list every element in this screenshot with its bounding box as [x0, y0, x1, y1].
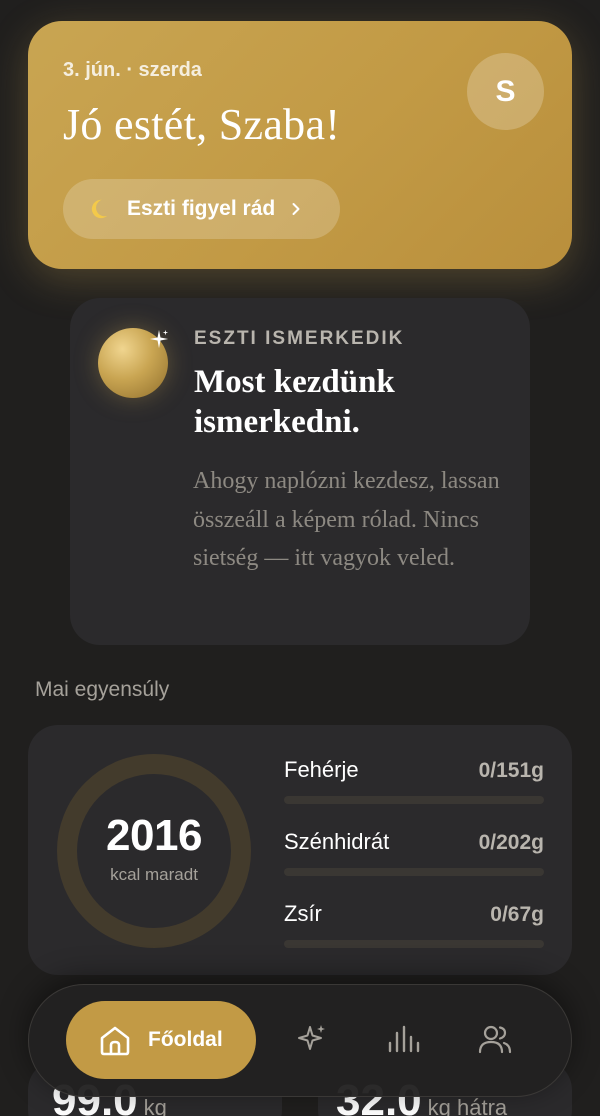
eszti-intro-card: ESZTI ISMERKEDIK Most kezdünk ismerkedni… — [70, 298, 530, 645]
chevron-right-icon — [292, 203, 300, 215]
macro-progress-bar — [284, 868, 544, 876]
daily-balance-card[interactable]: 2016 kcal maradt Fehérje 0/151g Szénhidr… — [28, 725, 572, 975]
sparkle-icon[interactable] — [294, 1021, 330, 1057]
section-title-balance: Mai egyensúly — [35, 678, 170, 701]
nav-home-button[interactable]: Főoldal — [66, 1001, 256, 1079]
intro-body: Ahogy naplózni kezdesz, lassan összeáll … — [193, 468, 500, 571]
nav-home-label: Főoldal — [148, 1028, 223, 1051]
intro-kicker: ESZTI ISMERKEDIK — [194, 328, 405, 349]
people-icon[interactable] — [477, 1021, 513, 1057]
macro-progress-bar — [284, 940, 544, 948]
date-label: 3. jún. · szerda — [63, 59, 202, 81]
eszti-status-label: Eszti figyel rád — [127, 197, 276, 220]
macro-fat: Zsír 0/67g — [284, 901, 544, 948]
macro-progress-bar — [284, 796, 544, 804]
remaining-unit: kg hátra — [427, 1095, 508, 1116]
macro-value: 0/151g — [478, 759, 544, 782]
macro-protein: Fehérje 0/151g — [284, 757, 544, 804]
home-icon — [100, 1026, 130, 1056]
avatar[interactable]: S — [467, 53, 544, 130]
weight-unit: kg — [143, 1095, 167, 1116]
intro-title: Most kezdünk ismerkedni. — [194, 364, 395, 440]
bottom-nav: Főoldal — [28, 984, 572, 1097]
chart-icon[interactable] — [385, 1021, 421, 1057]
macro-value: 0/67g — [490, 903, 544, 926]
eszti-status-button[interactable]: Eszti figyel rád — [63, 179, 340, 239]
moon-icon — [91, 199, 108, 219]
macro-carbs: Szénhidrát 0/202g — [284, 829, 544, 876]
sparkle-icon — [149, 329, 169, 349]
home-screen: 3. jún. · szerda Jó estét, Szaba! S Eszt… — [0, 0, 600, 1116]
greeting-title: Jó estét, Szaba! — [63, 100, 341, 149]
calories-remaining-label: kcal maradt — [110, 865, 198, 884]
macro-value: 0/202g — [478, 831, 544, 854]
macro-name: Fehérje — [284, 757, 359, 782]
greeting-card: 3. jún. · szerda Jó estét, Szaba! S Eszt… — [28, 21, 572, 269]
macro-name: Szénhidrát — [284, 829, 390, 854]
macro-name: Zsír — [284, 901, 322, 926]
calories-remaining-value: 2016 — [106, 811, 202, 860]
